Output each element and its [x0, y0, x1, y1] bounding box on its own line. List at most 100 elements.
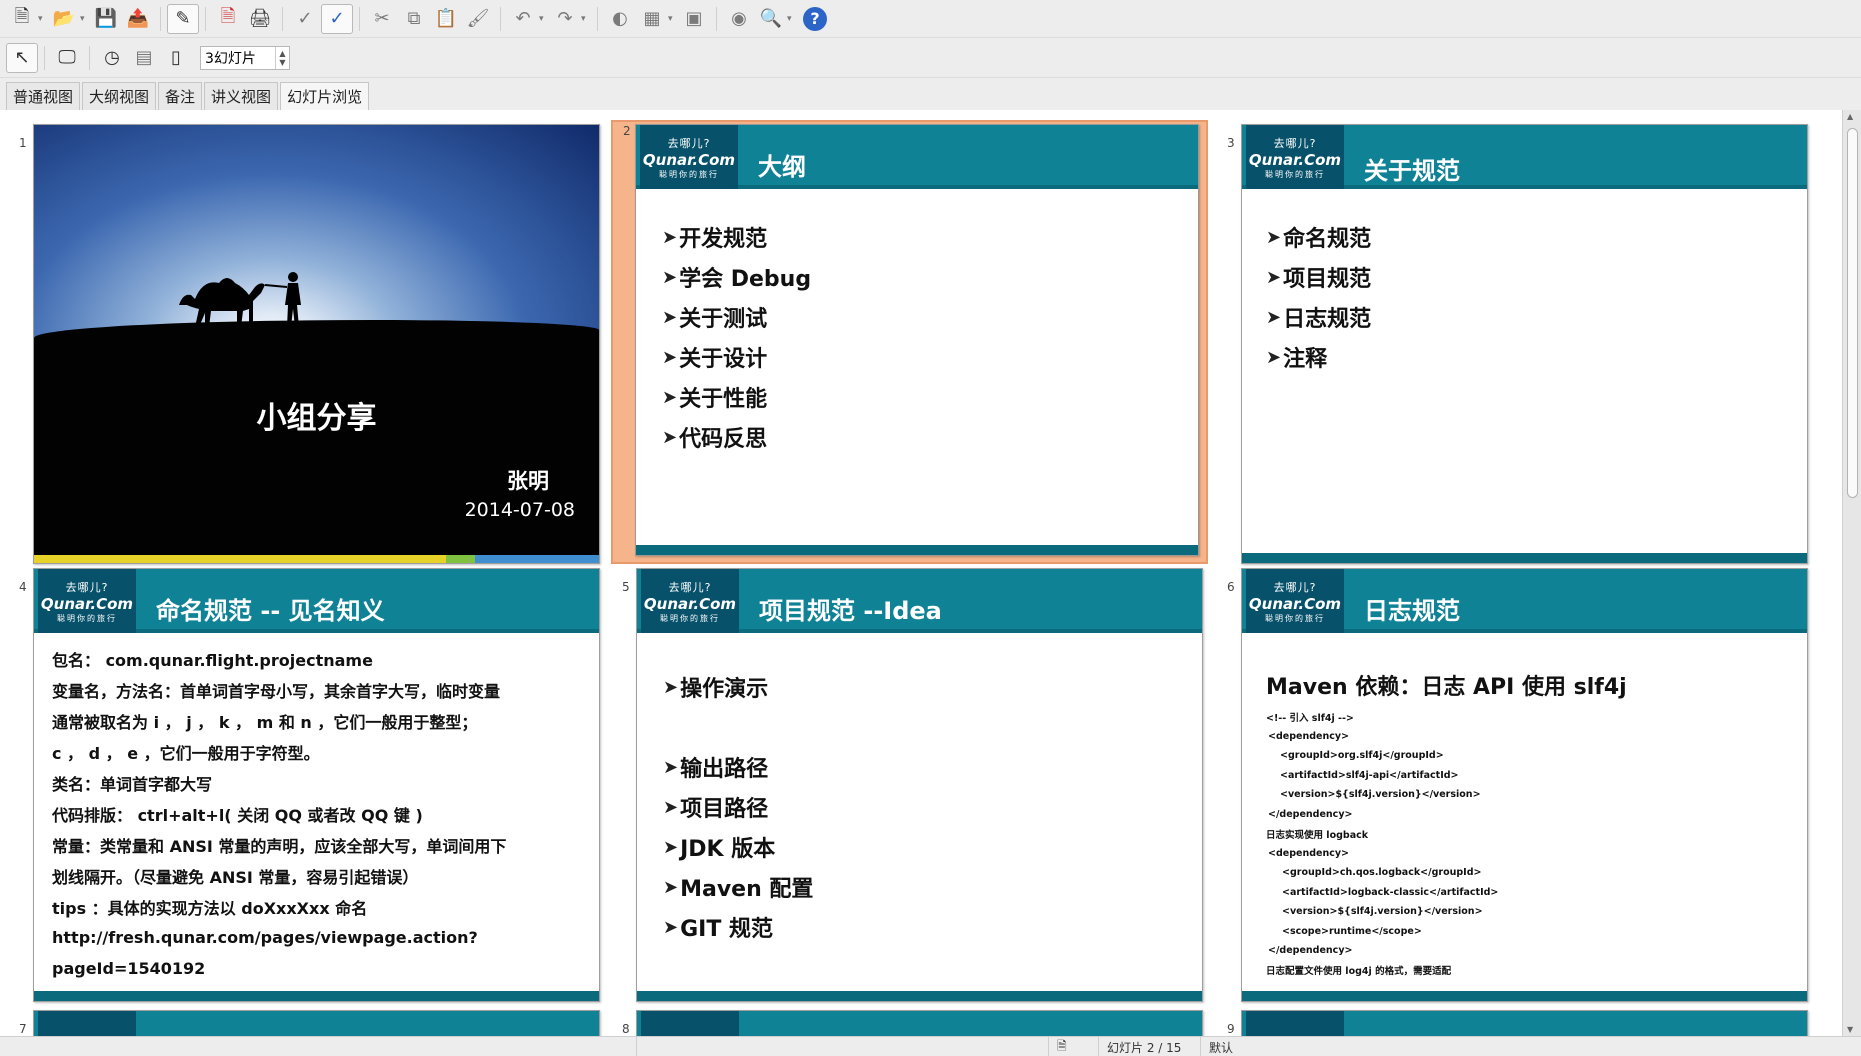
slide-thumbnail-8[interactable]: 8 — [622, 1010, 1203, 1036]
code-line: <version>${slf4j.version}</version> — [1280, 789, 1481, 801]
spellcheck-icon[interactable]: ✓ — [289, 4, 321, 34]
code-heading: Maven 依赖：日志 API 使用 slf4j — [1266, 675, 1627, 700]
table-dropdown-icon[interactable]: ▾ — [668, 14, 678, 24]
new-document-icon[interactable]: 🗎 — [6, 4, 38, 34]
document-modified-icon[interactable]: 🗎 — [1048, 1037, 1096, 1056]
open-folder-icon[interactable]: 📂 — [48, 4, 80, 34]
slide-number: 7 — [19, 1022, 27, 1036]
qunar-logo — [641, 1011, 739, 1036]
export-pdf-icon[interactable]: 🗎 — [212, 4, 244, 34]
list-item: ➤ 命名规范 — [1266, 226, 1372, 253]
slide-number: 9 — [1227, 1022, 1235, 1036]
slide-layout-name: 默认 — [1200, 1037, 1674, 1056]
slides-per-row-value: 3幻灯片 — [205, 50, 256, 67]
paste-icon[interactable]: 📋 — [430, 4, 462, 34]
slide-thumbnail-2[interactable]: 2 去哪儿? Qunar.Com 聪明你的旅行 大纲 ➤ 开发规范 ➤ 学会 Deb… — [611, 120, 1208, 564]
print-icon[interactable]: 🖨 — [244, 4, 276, 34]
content-slide — [1241, 1010, 1808, 1036]
open-dropdown-icon[interactable]: ▾ — [80, 14, 90, 24]
vertical-scrollbar[interactable]: ▲ ▼ — [1842, 110, 1861, 1036]
hide-slide-icon[interactable]: ▯ — [160, 43, 192, 73]
list-item: ➤ 关于测试 — [662, 306, 768, 333]
copy-icon[interactable]: ⧉ — [398, 4, 430, 34]
undo-icon[interactable]: ↶ — [507, 4, 539, 34]
arrow-bullet-icon: ➤ — [1266, 346, 1282, 368]
edit-file-icon[interactable]: ✎ — [167, 3, 199, 34]
bullet-list: ➤ 操作演示 ➤ 输出路径 ➤ 项目路径 ➤ JDK 版本 ➤ Maven 配置 ➤ GIT… — [663, 667, 813, 947]
slideshow-icon[interactable]: 🖵 — [51, 43, 83, 73]
separator — [716, 6, 717, 31]
slide-transition-icon[interactable]: ▤ — [128, 43, 160, 73]
slide-header — [34, 1011, 599, 1036]
spinner-arrows-icon[interactable]: ▲ ▼ — [275, 46, 289, 69]
scroll-down-icon[interactable]: ▼ — [1847, 1025, 1853, 1034]
code-line: <groupId>ch.qos.logback</groupId> — [1282, 867, 1482, 879]
clone-formatting-icon[interactable]: 🖌 — [462, 4, 494, 34]
tab-notes[interactable]: 备注 — [158, 82, 203, 110]
tab-normal[interactable]: 普通视图 — [6, 82, 81, 110]
slides-per-row-spinner[interactable]: 3幻灯片 ▲ ▼ — [200, 45, 290, 70]
scrollbar-thumb[interactable] — [1847, 128, 1858, 498]
text-line: 划线隔开。（尽量避免 ANSI 常量，容易引起错误） — [52, 867, 419, 887]
new-dropdown-icon[interactable]: ▾ — [38, 14, 48, 24]
slide-number: 1 — [19, 136, 27, 150]
slide-header: 去哪儿? Qunar.Com 聪明你的旅行 大纲 — [636, 125, 1198, 189]
content-slide: 去哪儿? Qunar.Com 聪明你的旅行 日志规范 Maven 依赖：日志 A… — [1241, 568, 1808, 1002]
zoom-dropdown-icon[interactable]: ▾ — [787, 14, 797, 24]
slide-thumbnail-3[interactable]: 3 去哪儿? Qunar.Com 聪明你的旅行 关于规范 ➤ 命名规范 ➤ 项目规范… — [1227, 124, 1808, 564]
slide-thumbnail-1[interactable]: 1 小组分享 张明 2014-07-08 — [19, 124, 600, 564]
slide-sorter-pane: 1 小组分享 张明 2014-07-08 2 去哪儿? Qunar.Com 聪明… — [0, 110, 1842, 1036]
cut-icon[interactable]: ✂ — [366, 4, 398, 34]
separator — [500, 6, 501, 31]
show-draw-icon[interactable]: ▣ — [678, 4, 710, 34]
slide-thumbnail-5[interactable]: 5 去哪儿? Qunar.Com 聪明你的旅行 项目规范 --Idea ➤ 操作演… — [622, 568, 1203, 1002]
scroll-up-icon[interactable]: ▲ — [1847, 112, 1853, 121]
undo-dropdown-icon[interactable]: ▾ — [539, 14, 549, 24]
code-line: <artifactId>slf4j-api</artifactId> — [1280, 769, 1459, 781]
arrow-bullet-icon: ➤ — [663, 796, 679, 818]
arrow-bullet-icon: ➤ — [663, 676, 679, 698]
slide-number: 4 — [19, 580, 27, 594]
content-slide: 去哪儿? Qunar.Com 聪明你的旅行 大纲 ➤ 开发规范 ➤ 学会 Debug… — [635, 124, 1199, 556]
arrow-bullet-icon: ➤ — [662, 346, 678, 368]
slide-thumbnail-4[interactable]: 4 去哪儿? Qunar.Com 聪明你的旅行 命名规范 -- 见名知义 包名：… — [19, 568, 600, 1002]
save-icon[interactable]: 💾 — [90, 4, 122, 34]
slide-header: 去哪儿? Qunar.Com 聪明你的旅行 命名规范 -- 见名知义 — [34, 569, 599, 633]
code-line: <artifactId>logback-classic</artifactId> — [1282, 886, 1499, 898]
help-icon[interactable]: ? — [803, 6, 827, 31]
select-cursor-icon[interactable]: ↖ — [6, 42, 38, 73]
list-item: ➤ JDK 版本 — [663, 836, 776, 863]
rehearse-timings-icon[interactable]: ◷ — [96, 43, 128, 73]
list-item: ➤ Maven 配置 — [663, 876, 814, 903]
redo-dropdown-icon[interactable]: ▾ — [581, 14, 591, 24]
tab-handout[interactable]: 讲义视图 — [204, 82, 279, 110]
slide-title: 大纲 — [758, 153, 806, 181]
export-icon[interactable]: 📤 — [122, 4, 154, 34]
slide-thumbnail-9[interactable]: 9 — [1227, 1010, 1808, 1036]
code-line: 日志实现使用 logback — [1266, 829, 1369, 841]
list-item: ➤ GIT 规范 — [663, 916, 774, 943]
tab-slide-sorter[interactable]: 幻灯片浏览 — [280, 82, 370, 110]
arrow-bullet-icon: ➤ — [662, 306, 678, 328]
autospell-icon[interactable]: ✓ — [321, 3, 353, 34]
tab-outline[interactable]: 大纲视图 — [82, 82, 157, 110]
table-icon[interactable]: ▦ — [636, 4, 668, 34]
text-line: 通常被取名为 i ， j ， k ， m 和 n ，它们一般用于整型； — [52, 712, 478, 732]
code-body: Maven 依赖：日志 API 使用 slf4j <!-- 引入 slf4j -… — [1266, 669, 1796, 980]
arrow-bullet-icon: ➤ — [663, 876, 679, 898]
navigator-icon[interactable]: ◉ — [723, 4, 755, 34]
slide-number: 5 — [622, 580, 630, 594]
code-line: <groupId>org.slf4j</groupId> — [1280, 750, 1444, 762]
separator — [205, 6, 206, 31]
qunar-logo — [38, 1011, 136, 1036]
text-line: 常量：类常量和 ANSI 常量的声明，应该全部大写，单词间用下 — [52, 836, 507, 856]
chart-icon[interactable]: ◐ — [604, 4, 636, 34]
zoom-icon[interactable]: 🔍 — [755, 4, 787, 34]
list-item: ➤ 关于性能 — [662, 386, 768, 413]
code-line: </dependency> — [1268, 945, 1353, 957]
slide-thumbnail-6[interactable]: 6 去哪儿? Qunar.Com 聪明你的旅行 日志规范 Maven 依赖：日志… — [1227, 568, 1808, 1002]
slide-header: 去哪儿? Qunar.Com 聪明你的旅行 项目规范 --Idea — [637, 569, 1202, 633]
slide-thumbnail-7[interactable]: 7 — [19, 1010, 600, 1036]
qunar-logo: 去哪儿? Qunar.Com 聪明你的旅行 — [641, 569, 739, 633]
redo-icon[interactable]: ↷ — [549, 4, 581, 34]
